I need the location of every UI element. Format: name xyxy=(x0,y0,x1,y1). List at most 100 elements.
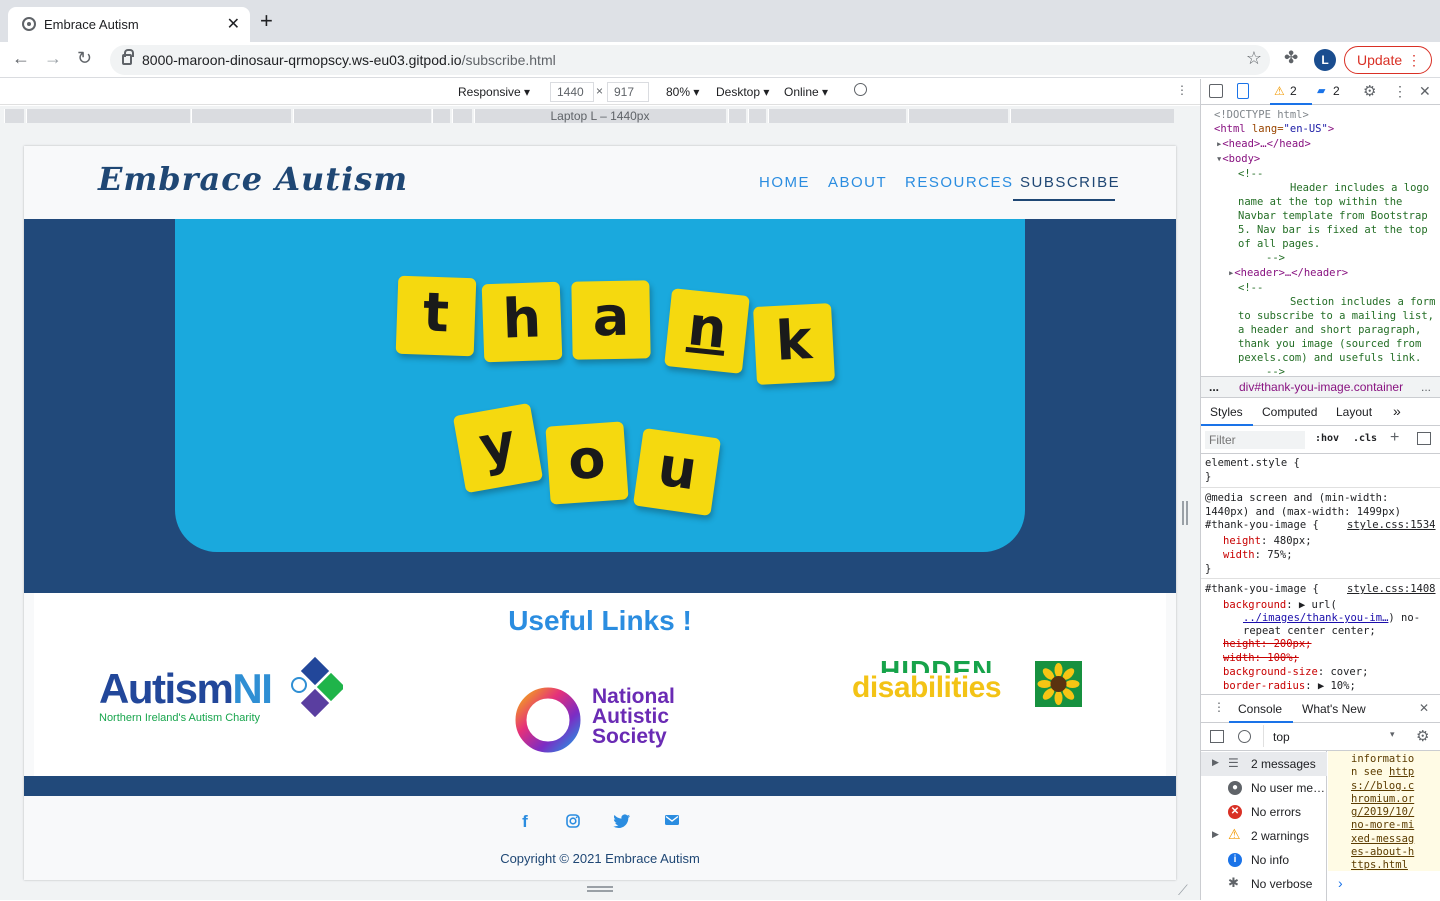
rule-selector-2[interactable]: #thank-you-image { xyxy=(1205,583,1319,595)
dimensions-select[interactable]: Responsive ▾ xyxy=(458,85,530,99)
prop-height-struck[interactable]: height: 200px; xyxy=(1223,638,1312,650)
width-input[interactable]: 1440 xyxy=(550,82,594,102)
doctype-node[interactable]: <!DOCTYPE html> xyxy=(1214,109,1309,121)
cls-button[interactable]: .cls xyxy=(1353,433,1377,444)
prop-height-1[interactable]: height: 480px; xyxy=(1223,535,1312,547)
new-tab-button[interactable]: + xyxy=(260,10,273,32)
media-query-bar[interactable]: Laptop L – 1440px xyxy=(0,106,1200,126)
devtools-menu-icon[interactable]: ⋮ xyxy=(1393,83,1407,100)
prop-width-1[interactable]: width: 75%; xyxy=(1223,549,1293,561)
height-input[interactable]: 917 xyxy=(607,82,649,102)
comment-1-line-4[interactable]: 5. Nav bar is fixed at the top xyxy=(1238,224,1428,236)
tab-console[interactable]: Console xyxy=(1229,695,1293,723)
nav-about[interactable]: ABOUT xyxy=(828,174,887,191)
browser-tab[interactable]: Embrace Autism ✕ xyxy=(8,7,250,42)
console-filter-verbose[interactable]: ✱ No verbose xyxy=(1201,872,1327,896)
comment-2-line-1[interactable]: Section includes a form xyxy=(1290,296,1435,308)
elements-tree[interactable]: <!DOCTYPE html> <html lang="en-US"> ▸<he… xyxy=(1201,106,1440,376)
element-style-rule[interactable]: element.style { xyxy=(1205,457,1300,469)
tab-computed[interactable]: Computed xyxy=(1253,398,1323,426)
breadcrumb-item[interactable]: div#thank-you-image.container xyxy=(1239,380,1403,394)
twitter-icon[interactable] xyxy=(613,813,631,831)
site-logo[interactable]: Embrace Autism xyxy=(98,160,408,198)
rule-selector-1[interactable]: #thank-you-image { xyxy=(1205,519,1319,531)
hov-button[interactable]: :hov xyxy=(1315,433,1339,444)
zoom-select[interactable]: 80% ▾ xyxy=(666,85,699,99)
styles-pane[interactable]: element.style { } @media screen and (min… xyxy=(1201,454,1440,694)
source-link-1[interactable]: style.css:1534 xyxy=(1347,519,1436,531)
console-filter-errors[interactable]: ✕ No errors xyxy=(1201,800,1327,824)
address-bar[interactable]: 8000-maroon-dinosaur-qrmopscy.ws-eu03.gi… xyxy=(110,45,1270,75)
prop-background-size[interactable]: background-size: cover; xyxy=(1223,666,1368,678)
settings-gear-icon[interactable]: ⚙ xyxy=(1363,82,1376,100)
html-node[interactable]: <html lang="en-US"> xyxy=(1214,123,1334,135)
tab-whats-new[interactable]: What's New xyxy=(1293,695,1373,723)
instagram-icon[interactable] xyxy=(564,813,582,831)
comment-1-line-5[interactable]: of all pages. xyxy=(1238,238,1320,250)
comment-close-2[interactable]: --> xyxy=(1266,366,1285,376)
more-options-icon[interactable]: ⋮ xyxy=(1176,83,1188,97)
bookmark-star-icon[interactable]: ☆ xyxy=(1246,48,1262,69)
tab-styles[interactable]: Styles xyxy=(1201,398,1253,426)
nav-resources[interactable]: RESOURCES xyxy=(905,174,1014,191)
comment-2-line-5[interactable]: pexels.com) and usefuls link. xyxy=(1238,352,1421,364)
comment-2-line-2[interactable]: to subscribe to a mailing list, xyxy=(1238,310,1434,322)
context-select[interactable]: top ▾ xyxy=(1263,725,1399,747)
rotate-icon[interactable] xyxy=(854,83,867,96)
throttle-select[interactable]: Online ▾ xyxy=(784,85,828,99)
styles-filter-input[interactable] xyxy=(1205,431,1305,449)
more-tabs-button[interactable]: » xyxy=(1391,398,1411,426)
back-icon[interactable]: ← xyxy=(12,48,30,69)
prop-border-radius[interactable]: border-radius: ▶ 10%; xyxy=(1223,680,1356,692)
device-type-select[interactable]: Desktop ▾ xyxy=(716,85,769,99)
drawer-menu-icon[interactable]: ⋮ xyxy=(1213,700,1225,714)
forward-icon[interactable]: → xyxy=(44,48,62,69)
reload-icon[interactable]: ↻ xyxy=(77,48,92,69)
comment-open-1[interactable]: <!-- xyxy=(1238,168,1263,180)
avatar[interactable]: L xyxy=(1314,49,1336,71)
prop-background[interactable]: background: ▶ url( xyxy=(1223,599,1337,611)
console-filter-warnings[interactable]: ▶ ⚠ 2 warnings xyxy=(1201,824,1327,848)
nav-home[interactable]: HOME xyxy=(759,174,810,191)
autism-ni-logo[interactable]: AutismNI Northern Ireland's Autism Chari… xyxy=(99,655,349,725)
breadcrumb-more[interactable]: ... xyxy=(1421,380,1431,394)
source-link-2[interactable]: style.css:1408 xyxy=(1347,583,1436,595)
console-message-link[interactable]: https://blog.chromium.org/2019/10/no-mor… xyxy=(1351,766,1414,871)
hidden-disabilities-logo[interactable]: HIDDEN disabilities xyxy=(852,655,1084,709)
tab-layout[interactable]: Layout xyxy=(1323,398,1375,426)
comment-1-line-2[interactable]: name at the top within the xyxy=(1238,196,1402,208)
close-tab-icon[interactable]: ✕ xyxy=(227,14,240,34)
breadcrumb-dots[interactable]: ... xyxy=(1209,380,1219,394)
menu-dots-icon[interactable]: ⋮ xyxy=(1407,47,1421,73)
prop-width-struck[interactable]: width: 100%; xyxy=(1223,652,1299,664)
console-filter-info[interactable]: i No info xyxy=(1201,848,1327,872)
comment-2-line-3[interactable]: a header and short paragraph, xyxy=(1238,324,1421,336)
comment-close-1[interactable]: --> xyxy=(1266,252,1285,264)
facebook-icon[interactable]: f xyxy=(516,813,534,831)
resize-handle-right[interactable] xyxy=(1182,501,1188,525)
clear-console-icon[interactable] xyxy=(1238,730,1251,743)
nav-subscribe[interactable]: SUBSCRIBE xyxy=(1020,174,1120,191)
toggle-sidebar-icon[interactable] xyxy=(1417,432,1431,445)
resize-handle-bottom[interactable] xyxy=(587,886,613,892)
update-button[interactable]: Update ⋮ xyxy=(1344,46,1432,74)
body-node[interactable]: ▾<body> xyxy=(1216,153,1260,165)
device-toggle-icon[interactable] xyxy=(1237,83,1249,99)
messages-badge[interactable]: ▰ 2 xyxy=(1314,83,1344,101)
comment-1-line-1[interactable]: Header includes a logo xyxy=(1290,182,1429,194)
lock-icon[interactable] xyxy=(122,49,134,65)
extensions-icon[interactable]: ✤ xyxy=(1284,48,1298,68)
console-filter-messages[interactable]: ▶ ☰ 2 messages xyxy=(1201,752,1327,776)
close-devtools-icon[interactable]: ✕ xyxy=(1419,83,1431,100)
header-node[interactable]: ▸<header>…</header> xyxy=(1228,267,1348,279)
close-drawer-icon[interactable]: ✕ xyxy=(1419,701,1429,715)
console-settings-icon[interactable]: ⚙ xyxy=(1416,727,1429,745)
sidebar-toggle-icon[interactable] xyxy=(1210,730,1224,743)
new-style-rule-icon[interactable]: + xyxy=(1390,429,1399,447)
warnings-badge[interactable]: ⚠ 2 xyxy=(1270,79,1312,105)
comment-1-line-3[interactable]: Navbar template from Bootstrap xyxy=(1238,210,1428,222)
comment-open-2[interactable]: <!-- xyxy=(1238,282,1263,294)
prop-background-url[interactable]: ../images/thank-you-im…) no- xyxy=(1243,612,1420,624)
console-filter-user[interactable]: ● No user me… xyxy=(1201,776,1327,800)
console-prompt[interactable]: › xyxy=(1338,875,1343,891)
